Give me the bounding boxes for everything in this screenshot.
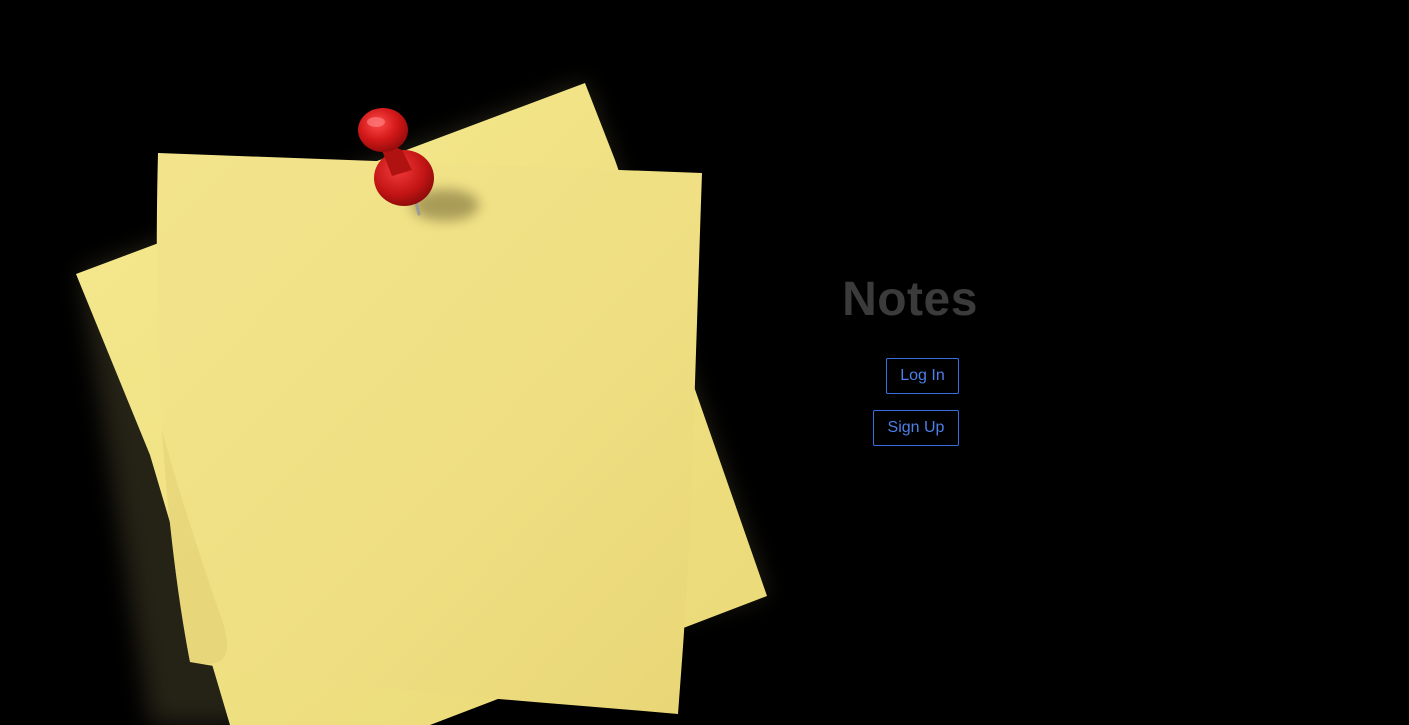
- login-button[interactable]: Log In: [886, 358, 959, 394]
- front-sticky-note: [156, 153, 703, 714]
- signup-button[interactable]: Sign Up: [873, 410, 959, 446]
- sticky-notes-illustration: [76, 82, 767, 725]
- app-title: Notes: [842, 273, 978, 326]
- landing-page: Notes Log In Sign Up: [0, 0, 1409, 725]
